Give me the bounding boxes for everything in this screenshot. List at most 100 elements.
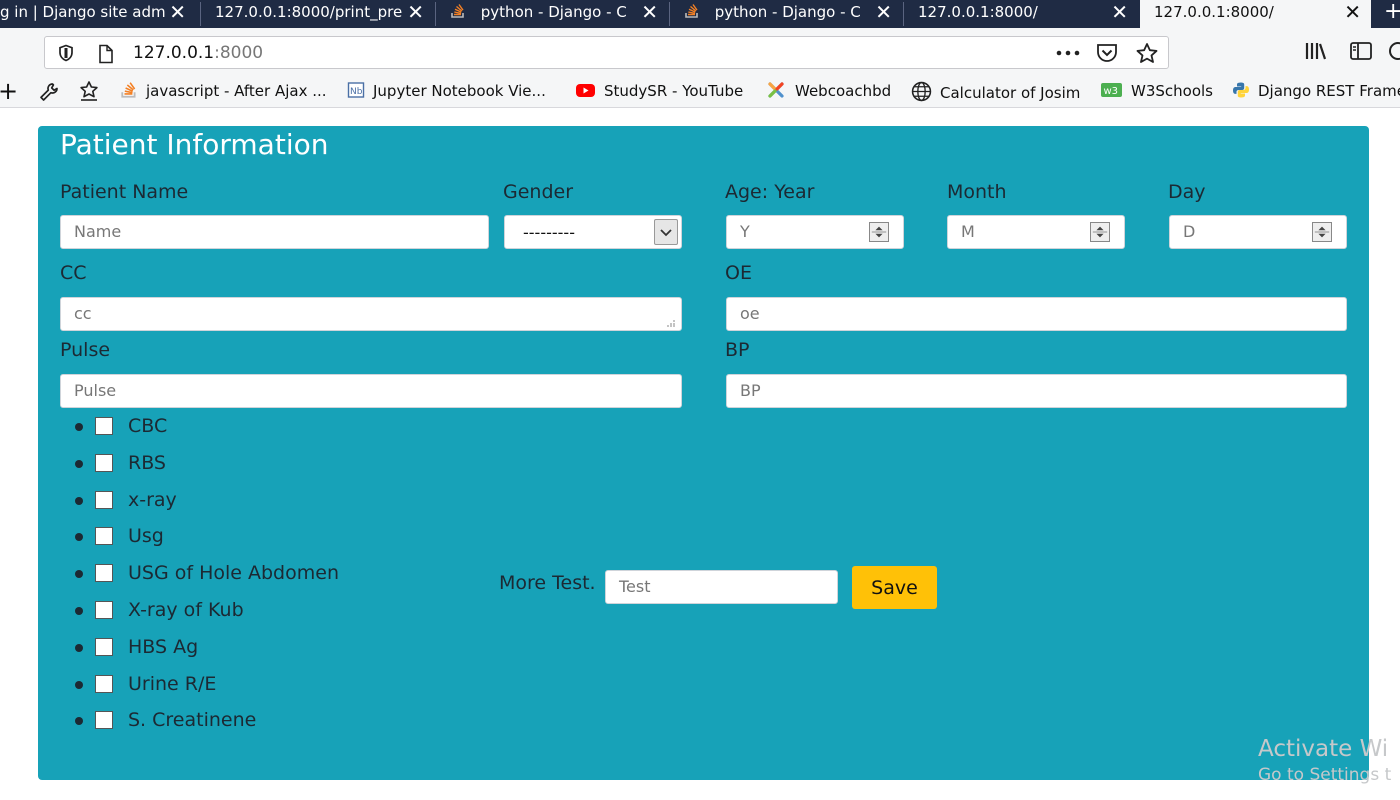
tab-print-preview[interactable]: 127.0.0.1:8000/print_pre ✕ [201,0,434,28]
close-icon[interactable]: ✕ [169,0,186,24]
bookmark-label: Calculator of Josim [940,84,1081,102]
bookmark-item[interactable]: javascript - After Ajax ... [120,81,327,100]
spinner-icon[interactable] [1312,222,1332,242]
pocket-icon[interactable] [1095,43,1119,63]
bookmark-label: W3Schools [1131,82,1213,100]
bp-input[interactable]: BP [726,374,1347,408]
cc-textarea[interactable]: cc [60,297,682,331]
tab-title: 127.0.0.1:8000/ [918,3,1038,21]
test-checkbox-x-ray-kub[interactable] [95,600,113,619]
bookmark-item[interactable]: w3 W3Schools [1100,81,1213,100]
library-icon[interactable] [1304,40,1328,62]
close-icon[interactable]: ✕ [1344,0,1361,24]
close-icon[interactable]: ✕ [407,0,424,24]
tab-python-django-2[interactable]: python - Django - C ✕ [670,0,902,28]
navigation-bar: 127.0.0.1:8000 [0,28,1400,76]
resize-grip-icon[interactable] [664,319,676,327]
more-test-input[interactable]: Test [605,570,838,604]
save-button[interactable]: Save [852,566,937,609]
sidebar-icon[interactable] [1349,40,1373,62]
tab-title: g in | Django site adm [0,3,166,21]
bookmark-star-icon[interactable] [78,80,100,102]
test-checkbox-rbs[interactable] [95,453,113,472]
patient-name-label: Patient Name [60,181,189,203]
test-label[interactable]: USG of Hole Abdomen [128,562,339,584]
spinner-icon[interactable] [869,222,889,242]
url-text[interactable]: 127.0.0.1:8000 [133,43,263,63]
test-label[interactable]: RBS [128,452,166,474]
patient-information-card: Patient Information Patient Name Gender … [38,126,1369,780]
gender-selected-value: --------- [523,223,575,242]
watermark-subtitle: Go to Settings t [1258,765,1392,785]
day-input[interactable]: D [1169,215,1347,249]
close-icon[interactable]: ✕ [1111,0,1128,24]
bookmark-label: Webcoachbd [795,82,892,100]
stackoverflow-icon [121,82,136,98]
tab-django-admin[interactable]: g in | Django site adm ✕ [0,0,196,28]
test-label[interactable]: x-ray [128,489,177,511]
patient-name-input[interactable]: Name [60,215,489,249]
url-port: :8000 [214,43,264,63]
pulse-input[interactable]: Pulse [60,374,682,408]
bookmark-label: StudySR - YouTube [604,82,744,100]
bookmark-item[interactable]: Webcoachbd [765,81,891,100]
bookmark-label: Jupyter Notebook Vie... [373,82,546,100]
test-checkbox-cbc[interactable] [95,417,113,435]
watermark-title: Activate Wi [1258,736,1389,762]
menu-icon[interactable] [1388,40,1400,62]
test-checkbox-usg-hole-abdomen[interactable] [95,564,113,583]
new-tab-button[interactable]: + [1378,0,1400,28]
test-checkbox-hbs-ag[interactable] [95,637,113,656]
wrench-icon[interactable] [38,81,60,103]
shield-icon[interactable] [57,44,75,62]
bookmarks-toolbar: + javascript - After Ajax ... Nb Jupyter … [0,76,1400,108]
tab-title: 127.0.0.1:8000/print_pre [215,3,403,21]
bullet-icon [75,680,83,689]
age-year-input[interactable]: Y [726,215,904,249]
bullet-icon [75,606,83,615]
pulse-label: Pulse [60,339,111,361]
star-icon[interactable] [1135,42,1159,64]
bookmark-item[interactable]: Django REST Frame [1232,81,1400,100]
spinner-icon[interactable] [1090,222,1110,242]
more-actions-icon[interactable] [1055,50,1081,56]
bookmark-item[interactable]: StudySR - YouTube [575,81,743,100]
test-checkbox-x-ray[interactable] [95,490,113,509]
gender-label: Gender [503,181,574,203]
url-host: 127.0.0.1 [133,43,215,63]
tab-python-django-1[interactable]: python - Django - C ✕ [436,0,668,28]
month-label: Month [947,181,1007,203]
test-checkbox-urine-re[interactable] [95,674,113,693]
test-checkbox-s-creatinene[interactable] [95,711,113,730]
close-icon[interactable]: ✕ [875,0,892,24]
test-label[interactable]: S. Creatinene [128,709,256,731]
bookmark-item[interactable]: Calculator of Josim [911,81,1080,102]
test-label[interactable]: CBC [128,415,167,437]
test-label[interactable]: Usg [128,525,164,547]
test-label[interactable]: Urine R/E [128,673,216,695]
tab-localhost[interactable]: 127.0.0.1:8000/ ✕ [904,0,1138,28]
bullet-icon [75,643,83,652]
bullet-icon [75,423,83,431]
month-placeholder: M [961,222,975,241]
oe-input[interactable]: oe [726,297,1347,331]
bookmark-item[interactable]: Nb Jupyter Notebook Vie... [347,81,546,100]
test-label[interactable]: X-ray of Kub [128,599,244,621]
gender-select[interactable]: --------- [504,215,682,249]
month-input[interactable]: M [947,215,1125,249]
add-icon[interactable]: + [0,77,18,105]
tab-title: 127.0.0.1:8000/ [1154,3,1274,21]
bookmark-label: javascript - After Ajax ... [146,82,327,100]
more-test-label: More Test. [499,572,596,594]
tab-title: python - Django - C [480,3,627,21]
age-year-placeholder: Y [740,222,750,241]
test-checkbox-usg[interactable] [95,527,113,546]
test-label[interactable]: HBS Ag [128,636,198,658]
close-icon[interactable]: ✕ [641,0,658,24]
tab-localhost-active[interactable]: 127.0.0.1:8000/ ✕ [1140,0,1371,28]
svg-text:w3: w3 [1104,86,1119,97]
globe-icon [911,81,932,102]
bullet-icon [75,496,83,505]
url-bar[interactable]: 127.0.0.1:8000 [44,36,1169,69]
chevron-down-icon[interactable] [654,219,678,245]
